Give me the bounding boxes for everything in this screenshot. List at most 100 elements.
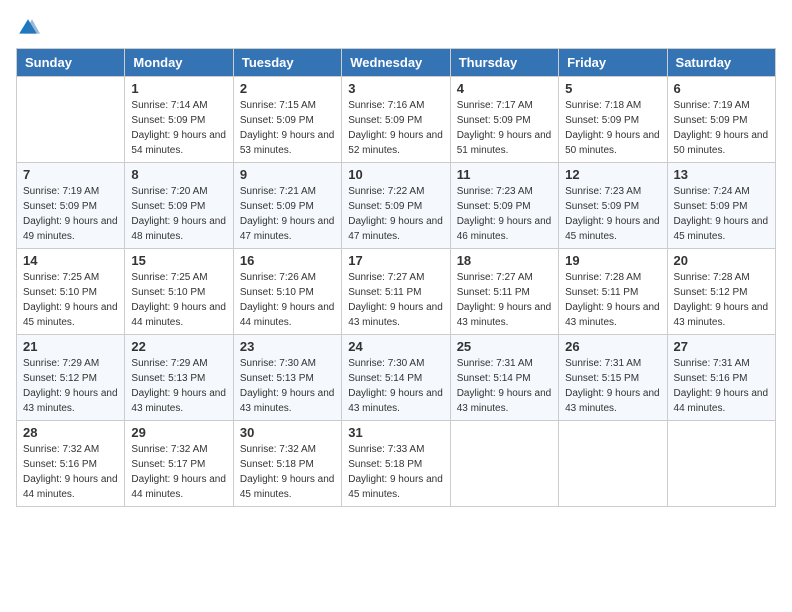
day-info: Sunrise: 7:19 AM Sunset: 5:09 PM Dayligh… [23,184,118,244]
day-number: 11 [457,167,552,182]
day-number: 4 [457,81,552,96]
sunset-label: Sunset: 5:09 PM [240,199,335,214]
day-info: Sunrise: 7:28 AM Sunset: 5:12 PM Dayligh… [674,270,769,330]
calendar-cell: 11 Sunrise: 7:23 AM Sunset: 5:09 PM Dayl… [450,163,558,249]
sunset-label: Sunset: 5:16 PM [23,457,118,472]
day-info: Sunrise: 7:31 AM Sunset: 5:16 PM Dayligh… [674,356,769,416]
weekday-header-sunday: Sunday [17,49,125,77]
calendar-week-5: 28 Sunrise: 7:32 AM Sunset: 5:16 PM Dayl… [17,421,776,507]
sunrise-label: Sunrise: 7:28 AM [674,270,769,285]
calendar-cell: 14 Sunrise: 7:25 AM Sunset: 5:10 PM Dayl… [17,249,125,335]
sunset-label: Sunset: 5:13 PM [240,371,335,386]
sunrise-label: Sunrise: 7:31 AM [457,356,552,371]
calendar-header-row: SundayMondayTuesdayWednesdayThursdayFrid… [17,49,776,77]
sunrise-label: Sunrise: 7:31 AM [565,356,660,371]
calendar-cell: 13 Sunrise: 7:24 AM Sunset: 5:09 PM Dayl… [667,163,775,249]
day-number: 7 [23,167,118,182]
day-number: 13 [674,167,769,182]
day-info: Sunrise: 7:22 AM Sunset: 5:09 PM Dayligh… [348,184,443,244]
calendar-cell: 21 Sunrise: 7:29 AM Sunset: 5:12 PM Dayl… [17,335,125,421]
daylight-label: Daylight: 9 hours and 43 minutes. [674,300,769,330]
day-info: Sunrise: 7:14 AM Sunset: 5:09 PM Dayligh… [131,98,226,158]
daylight-label: Daylight: 9 hours and 44 minutes. [131,472,226,502]
calendar-cell [450,421,558,507]
daylight-label: Daylight: 9 hours and 50 minutes. [565,128,660,158]
sunset-label: Sunset: 5:16 PM [674,371,769,386]
day-number: 22 [131,339,226,354]
calendar-week-2: 7 Sunrise: 7:19 AM Sunset: 5:09 PM Dayli… [17,163,776,249]
day-number: 6 [674,81,769,96]
day-number: 31 [348,425,443,440]
sunrise-label: Sunrise: 7:20 AM [131,184,226,199]
sunset-label: Sunset: 5:12 PM [23,371,118,386]
sunset-label: Sunset: 5:09 PM [23,199,118,214]
day-info: Sunrise: 7:21 AM Sunset: 5:09 PM Dayligh… [240,184,335,244]
daylight-label: Daylight: 9 hours and 44 minutes. [674,386,769,416]
day-number: 19 [565,253,660,268]
day-number: 29 [131,425,226,440]
calendar-cell: 5 Sunrise: 7:18 AM Sunset: 5:09 PM Dayli… [559,77,667,163]
day-number: 24 [348,339,443,354]
day-number: 1 [131,81,226,96]
daylight-label: Daylight: 9 hours and 43 minutes. [23,386,118,416]
calendar-cell: 9 Sunrise: 7:21 AM Sunset: 5:09 PM Dayli… [233,163,341,249]
day-number: 12 [565,167,660,182]
daylight-label: Daylight: 9 hours and 45 minutes. [674,214,769,244]
sunset-label: Sunset: 5:12 PM [674,285,769,300]
day-number: 23 [240,339,335,354]
sunset-label: Sunset: 5:09 PM [674,199,769,214]
day-number: 21 [23,339,118,354]
daylight-label: Daylight: 9 hours and 43 minutes. [457,386,552,416]
daylight-label: Daylight: 9 hours and 44 minutes. [240,300,335,330]
sunset-label: Sunset: 5:09 PM [348,199,443,214]
sunset-label: Sunset: 5:09 PM [131,113,226,128]
calendar-cell: 10 Sunrise: 7:22 AM Sunset: 5:09 PM Dayl… [342,163,450,249]
calendar-cell: 7 Sunrise: 7:19 AM Sunset: 5:09 PM Dayli… [17,163,125,249]
day-number: 30 [240,425,335,440]
sunset-label: Sunset: 5:09 PM [131,199,226,214]
calendar-cell: 27 Sunrise: 7:31 AM Sunset: 5:16 PM Dayl… [667,335,775,421]
daylight-label: Daylight: 9 hours and 47 minutes. [348,214,443,244]
day-info: Sunrise: 7:20 AM Sunset: 5:09 PM Dayligh… [131,184,226,244]
day-number: 25 [457,339,552,354]
sunrise-label: Sunrise: 7:28 AM [565,270,660,285]
day-info: Sunrise: 7:33 AM Sunset: 5:18 PM Dayligh… [348,442,443,502]
calendar-week-1: 1 Sunrise: 7:14 AM Sunset: 5:09 PM Dayli… [17,77,776,163]
day-number: 27 [674,339,769,354]
weekday-header-thursday: Thursday [450,49,558,77]
calendar-cell: 16 Sunrise: 7:26 AM Sunset: 5:10 PM Dayl… [233,249,341,335]
sunrise-label: Sunrise: 7:27 AM [348,270,443,285]
day-info: Sunrise: 7:28 AM Sunset: 5:11 PM Dayligh… [565,270,660,330]
daylight-label: Daylight: 9 hours and 43 minutes. [565,300,660,330]
sunset-label: Sunset: 5:11 PM [348,285,443,300]
daylight-label: Daylight: 9 hours and 45 minutes. [565,214,660,244]
sunrise-label: Sunrise: 7:15 AM [240,98,335,113]
day-info: Sunrise: 7:29 AM Sunset: 5:12 PM Dayligh… [23,356,118,416]
sunrise-label: Sunrise: 7:16 AM [348,98,443,113]
day-info: Sunrise: 7:32 AM Sunset: 5:18 PM Dayligh… [240,442,335,502]
day-number: 15 [131,253,226,268]
daylight-label: Daylight: 9 hours and 45 minutes. [348,472,443,502]
daylight-label: Daylight: 9 hours and 43 minutes. [348,300,443,330]
sunrise-label: Sunrise: 7:30 AM [348,356,443,371]
calendar-cell: 15 Sunrise: 7:25 AM Sunset: 5:10 PM Dayl… [125,249,233,335]
sunrise-label: Sunrise: 7:29 AM [23,356,118,371]
daylight-label: Daylight: 9 hours and 49 minutes. [23,214,118,244]
day-info: Sunrise: 7:27 AM Sunset: 5:11 PM Dayligh… [348,270,443,330]
sunset-label: Sunset: 5:17 PM [131,457,226,472]
sunrise-label: Sunrise: 7:32 AM [23,442,118,457]
daylight-label: Daylight: 9 hours and 45 minutes. [23,300,118,330]
day-info: Sunrise: 7:24 AM Sunset: 5:09 PM Dayligh… [674,184,769,244]
day-info: Sunrise: 7:31 AM Sunset: 5:15 PM Dayligh… [565,356,660,416]
daylight-label: Daylight: 9 hours and 46 minutes. [457,214,552,244]
logo-icon [16,16,40,40]
calendar-cell: 20 Sunrise: 7:28 AM Sunset: 5:12 PM Dayl… [667,249,775,335]
sunset-label: Sunset: 5:09 PM [348,113,443,128]
sunset-label: Sunset: 5:10 PM [240,285,335,300]
sunrise-label: Sunrise: 7:17 AM [457,98,552,113]
daylight-label: Daylight: 9 hours and 50 minutes. [674,128,769,158]
sunrise-label: Sunrise: 7:32 AM [131,442,226,457]
sunset-label: Sunset: 5:09 PM [457,113,552,128]
daylight-label: Daylight: 9 hours and 43 minutes. [240,386,335,416]
day-info: Sunrise: 7:16 AM Sunset: 5:09 PM Dayligh… [348,98,443,158]
